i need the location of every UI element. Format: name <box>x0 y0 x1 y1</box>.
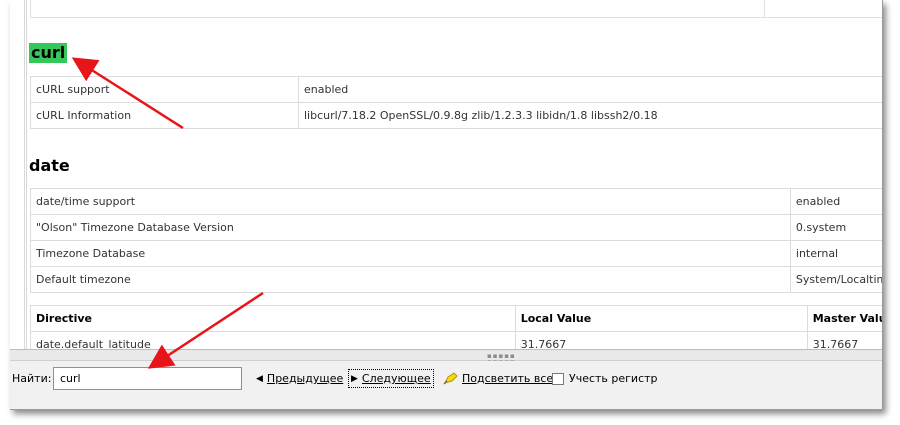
table-row: "Olson" Timezone Database Version 0.syst… <box>30 214 882 241</box>
header-directive: Directive <box>30 305 516 332</box>
match-case-label: Учесть регистр <box>569 372 658 385</box>
previous-table-edge <box>30 0 882 18</box>
match-case-option[interactable]: Учесть регистр <box>552 369 658 388</box>
row-value: enabled <box>789 188 882 215</box>
find-next-label: Следующее <box>361 372 431 385</box>
findbar-splitter[interactable]: ▪▪▪▪▪▪▪▪▪▪ <box>10 349 882 366</box>
highlight-all-button[interactable]: Подсветить все <box>441 369 555 388</box>
table-row: date/time support enabled <box>30 188 882 215</box>
curl-table: cURL support enabled cURL Information li… <box>30 76 882 129</box>
header-local-value: Local Value <box>514 305 808 332</box>
page-content: curl cURL support enabled cURL Informati… <box>10 0 882 349</box>
browser-window: curl cURL support enabled cURL Informati… <box>10 0 883 410</box>
table-row: date.default_latitude 31.7667 31.7667 <box>30 331 882 349</box>
local-value: 31.7667 <box>514 331 808 349</box>
row-value: internal <box>789 240 882 267</box>
row-label: cURL Information <box>30 102 299 129</box>
left-rail <box>24 0 27 349</box>
master-value: 31.7667 <box>806 331 882 349</box>
highlighter-icon <box>443 372 458 385</box>
section-title-date: date <box>29 156 70 175</box>
directive-name: date.default_latitude <box>30 331 516 349</box>
row-label: "Olson" Timezone Database Version <box>30 214 791 241</box>
find-bar: Найти: ◀ Предыдущее ▶ Следующее Подсвети… <box>10 361 882 409</box>
triangle-left-icon: ◀ <box>256 373 263 384</box>
highlight-all-label: Подсветить все <box>462 372 554 385</box>
table-header-row: Directive Local Value Master Value <box>30 305 882 332</box>
table-row: Default timezone System/Localtime <box>30 266 882 293</box>
table-row: cURL support enabled <box>30 76 882 103</box>
match-case-checkbox[interactable] <box>552 372 564 385</box>
find-previous-button[interactable]: ◀ Предыдущее <box>254 369 345 388</box>
row-label: cURL support <box>30 76 299 103</box>
header-master-value: Master Value <box>806 305 882 332</box>
row-value: libcurl/7.18.2 OpenSSL/0.9.8g zlib/1.2.3… <box>298 102 882 129</box>
date-table: date/time support enabled "Olson" Timezo… <box>30 188 882 293</box>
find-next-button[interactable]: ▶ Следующее <box>348 369 434 388</box>
section-title-curl: curl <box>29 43 68 63</box>
row-label: Timezone Database <box>30 240 791 267</box>
row-value: 0.system <box>789 214 882 241</box>
row-value: enabled <box>298 76 882 103</box>
triangle-right-icon: ▶ <box>351 373 358 384</box>
table-row: Timezone Database internal <box>30 240 882 267</box>
row-label: Default timezone <box>30 266 791 293</box>
find-label: Найти: <box>12 372 52 385</box>
directive-table: Directive Local Value Master Value date.… <box>30 305 882 349</box>
row-label: date/time support <box>30 188 791 215</box>
find-previous-label: Предыдущее <box>266 372 344 385</box>
table-row: cURL Information libcurl/7.18.2 OpenSSL/… <box>30 102 882 129</box>
row-value: System/Localtime <box>789 266 882 293</box>
find-input[interactable] <box>53 367 242 390</box>
